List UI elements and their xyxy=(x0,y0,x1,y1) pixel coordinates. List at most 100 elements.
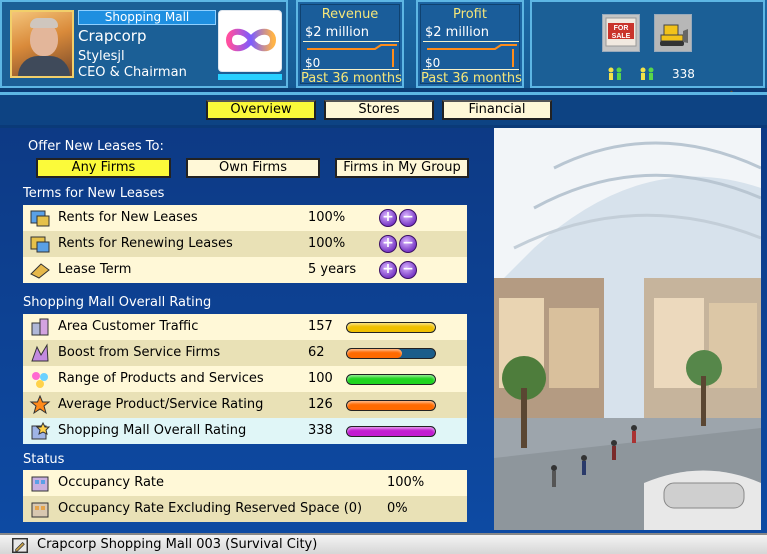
group-firms-button[interactable]: Firms in My Group xyxy=(335,158,469,178)
service-firms-icon xyxy=(31,343,49,362)
increase-button[interactable]: + xyxy=(379,235,397,253)
row-label: Average Product/Service Rating xyxy=(58,397,264,412)
revenue-base-line xyxy=(303,69,399,70)
population-icon xyxy=(608,67,654,80)
table-row: Occupancy Rate 100% xyxy=(23,470,467,496)
increase-button[interactable]: + xyxy=(379,209,397,227)
rent-renew-icon xyxy=(30,236,50,253)
offer-leases-label: Offer New Leases To: xyxy=(28,139,164,154)
profit-base-line xyxy=(423,69,519,70)
row-value: 100% xyxy=(308,210,346,225)
overview-content: Offer New Leases To: Any Firms Own Firms… xyxy=(0,128,767,535)
table-row: Occupancy Rate Excluding Reserved Space … xyxy=(23,496,467,522)
rating-bar-fill xyxy=(347,349,402,358)
demolish-button[interactable] xyxy=(654,14,692,52)
tab-bar: Overview Stores Financial xyxy=(0,95,767,125)
status-bar: Crapcorp Shopping Mall 003 (Survival Cit… xyxy=(0,533,767,554)
ceo-portrait[interactable] xyxy=(10,10,74,78)
rating-bar-fill xyxy=(347,375,435,384)
row-label: Occupancy Rate Excluding Reserved Space … xyxy=(58,501,363,516)
corp-logo[interactable] xyxy=(218,10,282,72)
edit-name-icon[interactable] xyxy=(12,538,28,553)
corporation-panel: Shopping Mall Crapcorp Stylesjl CEO & Ch… xyxy=(0,0,288,88)
profit-chart[interactable]: Profit $2 million $0 Past 36 months xyxy=(416,0,524,88)
revenue-chart[interactable]: Revenue $2 million $0 Past 36 months xyxy=(296,0,404,88)
overall-rating-icon xyxy=(31,421,51,440)
increase-button[interactable]: + xyxy=(379,261,397,279)
rent-new-icon xyxy=(30,210,50,227)
lease-terms-table: Rents for New Leases 100% + − Rents for … xyxy=(23,205,467,283)
decrease-button[interactable]: − xyxy=(399,209,417,227)
logo-bar xyxy=(218,74,282,80)
rating-table: Area Customer Traffic 157 Boost from Ser… xyxy=(23,314,467,444)
table-row: Boost from Service Firms 62 xyxy=(23,340,467,366)
row-value: 100 xyxy=(308,371,333,386)
occupancy-excl-icon xyxy=(31,502,49,518)
product-rating-icon xyxy=(29,395,51,415)
status-heading: Status xyxy=(23,452,65,467)
rating-bar xyxy=(346,426,436,437)
tab-financial[interactable]: Financial xyxy=(442,100,552,120)
rating-bar xyxy=(346,400,436,411)
profit-period: Past 36 months xyxy=(421,71,522,86)
bulldozer-icon xyxy=(655,15,691,51)
rating-bar xyxy=(346,374,436,385)
rating-bar xyxy=(346,348,436,359)
decrease-button[interactable]: − xyxy=(399,261,417,279)
row-label: Occupancy Rate xyxy=(58,475,165,490)
row-label: Rents for Renewing Leases xyxy=(58,236,233,251)
revenue-period: Past 36 months xyxy=(301,71,402,86)
table-row: Rents for New Leases 100% + − xyxy=(23,205,467,231)
table-row: Rents for Renewing Leases 100% + − xyxy=(23,231,467,257)
terms-heading: Terms for New Leases xyxy=(23,186,165,201)
row-value: 157 xyxy=(308,319,333,334)
revenue-zero: $0 xyxy=(305,56,321,70)
row-label: Boost from Service Firms xyxy=(58,345,221,360)
row-value: 338 xyxy=(308,423,333,438)
for-sale-button[interactable]: FOR SALE xyxy=(602,14,640,52)
decrease-button[interactable]: − xyxy=(399,235,417,253)
row-label: Range of Products and Services xyxy=(58,371,264,386)
tab-overview[interactable]: Overview xyxy=(206,100,316,120)
row-value: 0% xyxy=(387,501,408,516)
rating-bar xyxy=(346,322,436,333)
row-value: 100% xyxy=(308,236,346,251)
row-value: 62 xyxy=(308,345,325,360)
ceo-name: Stylesjl xyxy=(78,49,125,64)
infinity-logo-icon xyxy=(225,28,277,52)
mall-photo xyxy=(494,128,761,530)
actions-panel: FOR SALE 338 xyxy=(530,0,765,88)
table-row: Average Product/Service Rating 126 xyxy=(23,392,467,418)
table-row: Shopping Mall Overall Rating 338 xyxy=(23,418,467,444)
rating-bar-fill xyxy=(347,401,435,410)
ceo-title: CEO & Chairman xyxy=(78,65,187,80)
customer-traffic-icon xyxy=(31,318,49,336)
corp-name[interactable]: Crapcorp xyxy=(78,27,146,45)
table-row: Lease Term 5 years + − xyxy=(23,257,467,283)
svg-text:FOR: FOR xyxy=(614,25,629,32)
row-label: Area Customer Traffic xyxy=(58,319,199,334)
products-icon xyxy=(32,372,48,388)
row-value: 100% xyxy=(387,475,425,490)
table-row: Area Customer Traffic 157 xyxy=(23,314,467,340)
own-firms-button[interactable]: Own Firms xyxy=(186,158,320,178)
rating-bar-fill xyxy=(347,323,435,332)
row-label: Rents for New Leases xyxy=(58,210,198,225)
occupancy-icon xyxy=(31,476,49,492)
profit-zero: $0 xyxy=(425,56,441,70)
svg-text:SALE: SALE xyxy=(612,33,631,40)
main-panel: Overview Stores Financial Offer New Leas… xyxy=(0,92,767,535)
for-sale-sign-icon: FORSALE xyxy=(605,17,637,47)
any-firms-button[interactable]: Any Firms xyxy=(36,158,171,178)
firm-full-name: Crapcorp Shopping Mall 003 (Survival Cit… xyxy=(37,537,318,552)
table-row: Range of Products and Services 100 xyxy=(23,366,467,392)
row-label: Lease Term xyxy=(58,262,132,277)
row-value: 126 xyxy=(308,397,333,412)
rating-heading: Shopping Mall Overall Rating xyxy=(23,295,212,310)
rating-bar-fill xyxy=(347,427,435,436)
row-label: Shopping Mall Overall Rating xyxy=(58,423,247,438)
mall-interior-image xyxy=(494,128,761,530)
firm-type-label: Shopping Mall xyxy=(78,10,216,25)
status-table: Occupancy Rate 100% Occupancy Rate Exclu… xyxy=(23,470,467,522)
tab-stores[interactable]: Stores xyxy=(324,100,434,120)
